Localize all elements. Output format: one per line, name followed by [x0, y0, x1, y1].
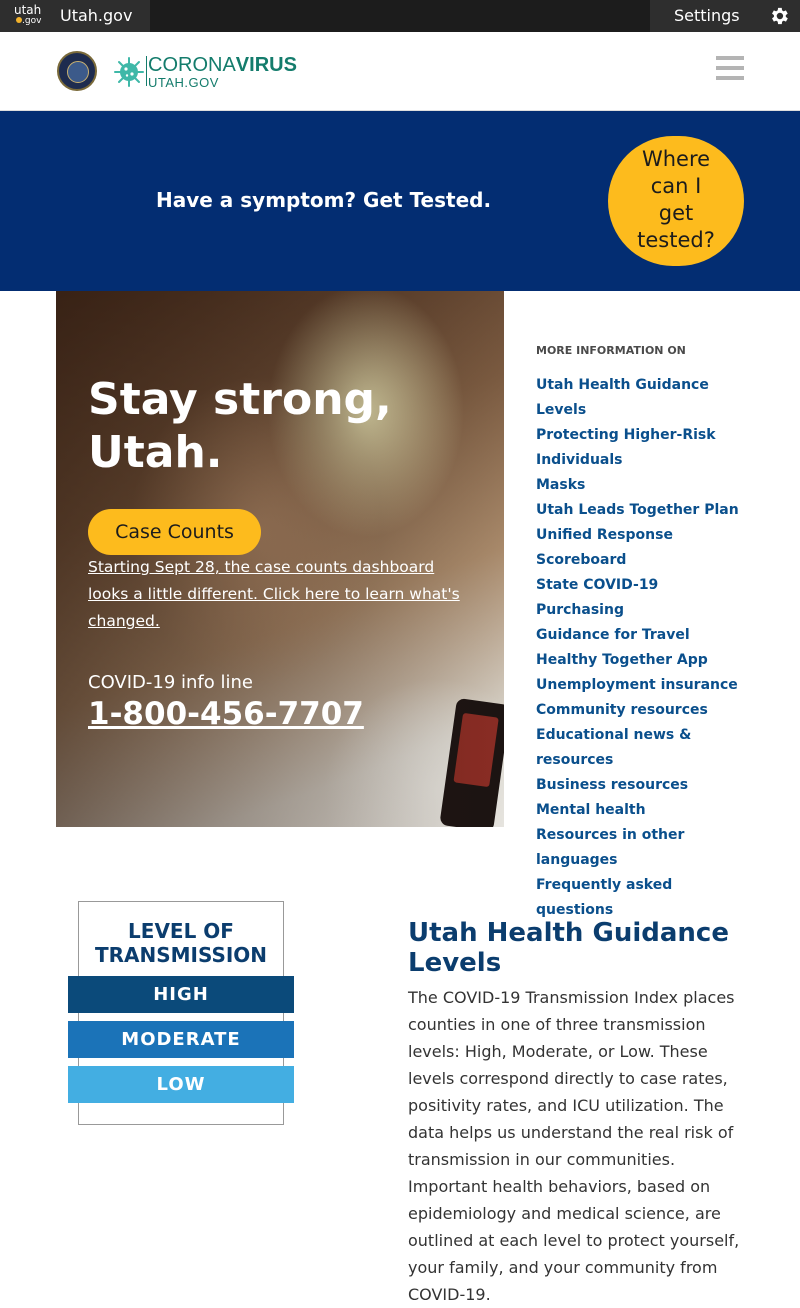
more-information-list: Utah Health Guidance Levels Protecting H…	[536, 373, 776, 923]
banner-message: Have a symptom? Get Tested.	[156, 188, 492, 212]
info-line-label: COVID-19 info line	[88, 672, 253, 693]
where-to-get-tested-button[interactable]: Where can I get tested?	[608, 136, 744, 266]
level-low-bar: LOW	[68, 1066, 294, 1103]
hero-panel: Stay strong, Utah. Case Counts Starting …	[56, 291, 504, 827]
more-info-link[interactable]: State COVID-19 Purchasing	[536, 573, 748, 623]
more-info-link[interactable]: Utah Health Guidance Levels	[536, 373, 748, 423]
logo-text-utah: utah	[14, 3, 42, 17]
more-info-link[interactable]: Educational news & resources	[536, 723, 748, 773]
more-information-heading: MORE INFORMATION ON	[536, 344, 686, 357]
brand-title: CORONAVIRUS	[148, 54, 297, 76]
brand-title-virus: VIRUS	[235, 54, 297, 76]
cta-line: get	[658, 201, 694, 225]
brand-divider	[146, 56, 147, 86]
graphic-title-line2: TRANSMISSION	[94, 943, 268, 967]
site-header: CORONAVIRUS UTAH.GOV	[0, 32, 800, 111]
settings-label: Settings	[674, 6, 740, 25]
level-moderate-bar: MODERATE	[68, 1021, 294, 1058]
more-info-link[interactable]: Mental health	[536, 798, 748, 823]
hero-headline: Stay strong, Utah.	[88, 373, 448, 479]
more-information-nav: MORE INFORMATION ON Utah Health Guidance…	[536, 344, 776, 923]
level-high-bar: HIGH	[68, 976, 294, 1013]
logo-text-gov: .gov	[22, 16, 42, 26]
more-info-link[interactable]: Business resources	[536, 773, 748, 798]
cta-line: Where	[641, 147, 711, 171]
more-info-link[interactable]: Frequently asked questions	[536, 873, 748, 923]
utah-gov-logo: utah .gov	[14, 3, 42, 27]
more-info-link[interactable]: Healthy Together App	[536, 648, 748, 673]
more-info-link[interactable]: Protecting Higher-Risk Individuals	[536, 423, 748, 473]
hero-headline-line2: Utah.	[88, 427, 223, 478]
graphic-title: LEVEL OF TRANSMISSION	[68, 919, 294, 967]
brand-title-corona: CORONA	[148, 54, 236, 76]
more-info-link[interactable]: Utah Leads Together Plan	[536, 498, 748, 523]
utah-state-seal-icon[interactable]	[57, 51, 97, 91]
brand-subtitle: UTAH.GOV	[148, 75, 219, 90]
guidance-section-body: The COVID-19 Transmission Index places c…	[408, 988, 740, 1304]
more-info-link[interactable]: Guidance for Travel	[536, 623, 748, 648]
menu-hamburger-icon[interactable]	[716, 56, 744, 82]
transmission-levels-graphic: LEVEL OF TRANSMISSION HIGH MODERATE LOW	[68, 901, 294, 1125]
dashboard-change-link[interactable]: Starting Sept 28, the case counts dashbo…	[88, 554, 472, 635]
more-info-link[interactable]: Masks	[536, 473, 748, 498]
cta-line: tested?	[637, 228, 715, 252]
cta-line: can I	[650, 174, 702, 198]
utility-bar: utah .gov Utah.gov Settings	[0, 0, 800, 32]
more-info-link[interactable]: Unemployment insurance	[536, 673, 748, 698]
info-line-phone-link[interactable]: 1-800-456-7707	[88, 696, 364, 732]
case-counts-button[interactable]: Case Counts	[88, 509, 261, 555]
utah-gov-link[interactable]: utah .gov Utah.gov	[0, 0, 150, 32]
testing-banner: Have a symptom? Get Tested. Where can I …	[0, 111, 800, 291]
guidance-section-title: Utah Health Guidance Levels	[408, 918, 729, 978]
hero-headline-line1: Stay strong,	[88, 374, 392, 425]
graphic-title-line1: LEVEL OF	[128, 919, 234, 943]
site-link-label[interactable]: Utah.gov	[60, 6, 132, 25]
more-info-link[interactable]: Resources in other languages	[536, 823, 748, 873]
settings-button[interactable]: Settings	[650, 0, 800, 32]
coronavirus-brand[interactable]: CORONAVIRUS UTAH.GOV	[148, 54, 297, 90]
more-info-link[interactable]: Unified Response Scoreboard	[536, 523, 748, 573]
more-info-link[interactable]: Community resources	[536, 698, 748, 723]
gear-icon	[772, 7, 788, 25]
coronavirus-logo-icon[interactable]	[114, 57, 144, 87]
